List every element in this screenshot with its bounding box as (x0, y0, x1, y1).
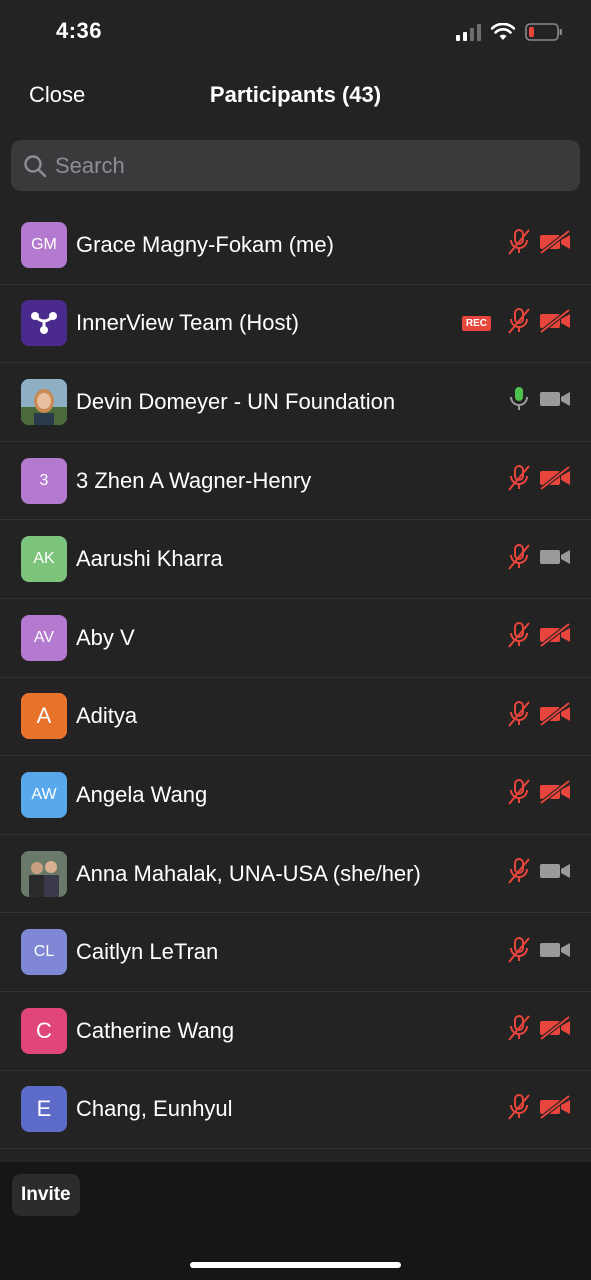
status-icons (456, 20, 563, 44)
avatar (21, 300, 67, 347)
home-indicator (190, 1262, 401, 1268)
participant-row[interactable]: InnerView Team (Host) REC (0, 285, 591, 364)
participant-row[interactable]: AW Angela Wang (0, 756, 591, 835)
participant-row[interactable]: GM Grace Magny-Fokam (me) (0, 206, 591, 285)
microphone-muted-icon (507, 857, 531, 890)
microphone-muted-icon (507, 228, 531, 261)
avatar: CL (21, 929, 67, 976)
participant-row[interactable]: Devin Domeyer - UN Foundation (0, 363, 591, 442)
participant-status-icons (507, 228, 571, 261)
participant-name: Devin Domeyer - UN Foundation (76, 388, 396, 414)
participant-name: Chang, Eunhyul (76, 1096, 233, 1122)
microphone-muted-icon (507, 1014, 531, 1047)
cellular-signal-icon (456, 23, 481, 41)
participant-row[interactable]: C Catherine Wang (0, 992, 591, 1071)
nav-bar: Close Participants (43) (0, 62, 591, 130)
microphone-muted-icon (507, 700, 531, 733)
video-camera-icon (539, 859, 571, 888)
participant-list: GM Grace Magny-Fokam (me) InnerView Team (… (0, 206, 591, 1150)
video-off-icon (539, 1015, 571, 1045)
participant-row[interactable]: AV Aby V (0, 599, 591, 678)
microphone-muted-icon (507, 543, 531, 576)
participant-name: Aby V (76, 624, 135, 650)
participant-status-icons (507, 543, 571, 576)
participant-status-icons (507, 464, 571, 497)
participant-name: Aditya (76, 703, 138, 729)
video-off-icon (539, 622, 571, 652)
participant-status-icons (507, 857, 571, 890)
microphone-muted-icon (507, 307, 531, 340)
avatar: AW (21, 771, 67, 818)
participant-row[interactable]: A Aditya (0, 678, 591, 757)
avatar: A (21, 693, 67, 740)
participant-status-icons (507, 700, 571, 733)
recording-badge: REC (461, 315, 491, 331)
participant-name: Catherine Wang (76, 1017, 235, 1043)
avatar: AV (21, 614, 67, 661)
battery-icon (525, 23, 562, 41)
video-camera-icon (539, 545, 571, 574)
video-off-icon (539, 701, 571, 731)
participant-name: Anna Mahalak, UNA-USA (she/her) (76, 860, 421, 886)
search-input[interactable] (55, 152, 535, 179)
participant-status-icons (507, 385, 571, 418)
participant-name: 3 Zhen A Wagner-Henry (76, 467, 312, 493)
video-camera-icon (539, 938, 571, 967)
avatar: C (21, 1007, 67, 1054)
participant-name: Grace Magny-Fokam (me) (76, 231, 334, 257)
participant-name: Aarushi Kharra (76, 546, 223, 572)
participant-status-icons (507, 936, 571, 969)
video-off-icon (539, 779, 571, 809)
avatar (21, 850, 67, 897)
participant-row[interactable]: E Chang, Eunhyul (0, 1071, 591, 1150)
avatar: AK (21, 536, 67, 583)
avatar: GM (21, 221, 67, 268)
search-bar[interactable] (11, 140, 580, 191)
video-camera-icon (539, 387, 571, 416)
participant-status-icons (507, 1014, 571, 1047)
avatar (21, 378, 67, 425)
participant-name: Caitlyn LeTran (76, 939, 219, 965)
search-icon (24, 154, 47, 177)
participant-row[interactable]: AK Aarushi Kharra (0, 520, 591, 599)
avatar: E (21, 1086, 67, 1133)
microphone-muted-icon (507, 621, 531, 654)
video-off-icon (539, 229, 571, 259)
status-bar: 4:36 (0, 0, 591, 62)
participant-status-icons: REC (461, 307, 571, 340)
microphone-muted-icon (507, 936, 531, 969)
avatar: 3 (21, 457, 67, 504)
microphone-muted-icon (507, 778, 531, 811)
participant-row[interactable]: 3 3 Zhen A Wagner-Henry (0, 442, 591, 521)
microphone-muted-icon (507, 464, 531, 497)
wifi-icon (491, 23, 515, 40)
video-off-icon (539, 465, 571, 495)
participant-status-icons (507, 1093, 571, 1126)
video-off-icon (539, 1094, 571, 1124)
video-off-icon (539, 308, 571, 338)
invite-button[interactable]: Invite (12, 1174, 80, 1216)
participant-name: InnerView Team (Host) (76, 310, 299, 336)
page-title: Participants (43) (209, 82, 382, 107)
participant-row[interactable]: CL Caitlyn LeTran (0, 913, 591, 992)
status-time: 4:36 (56, 18, 103, 43)
bottom-toolbar: Invite (0, 1162, 591, 1280)
participant-name: Angela Wang (76, 781, 208, 807)
participant-row[interactable]: Anna Mahalak, UNA-USA (she/her) (0, 835, 591, 914)
participant-status-icons (507, 778, 571, 811)
microphone-icon (507, 385, 531, 418)
microphone-muted-icon (507, 1093, 531, 1126)
participant-status-icons (507, 621, 571, 654)
